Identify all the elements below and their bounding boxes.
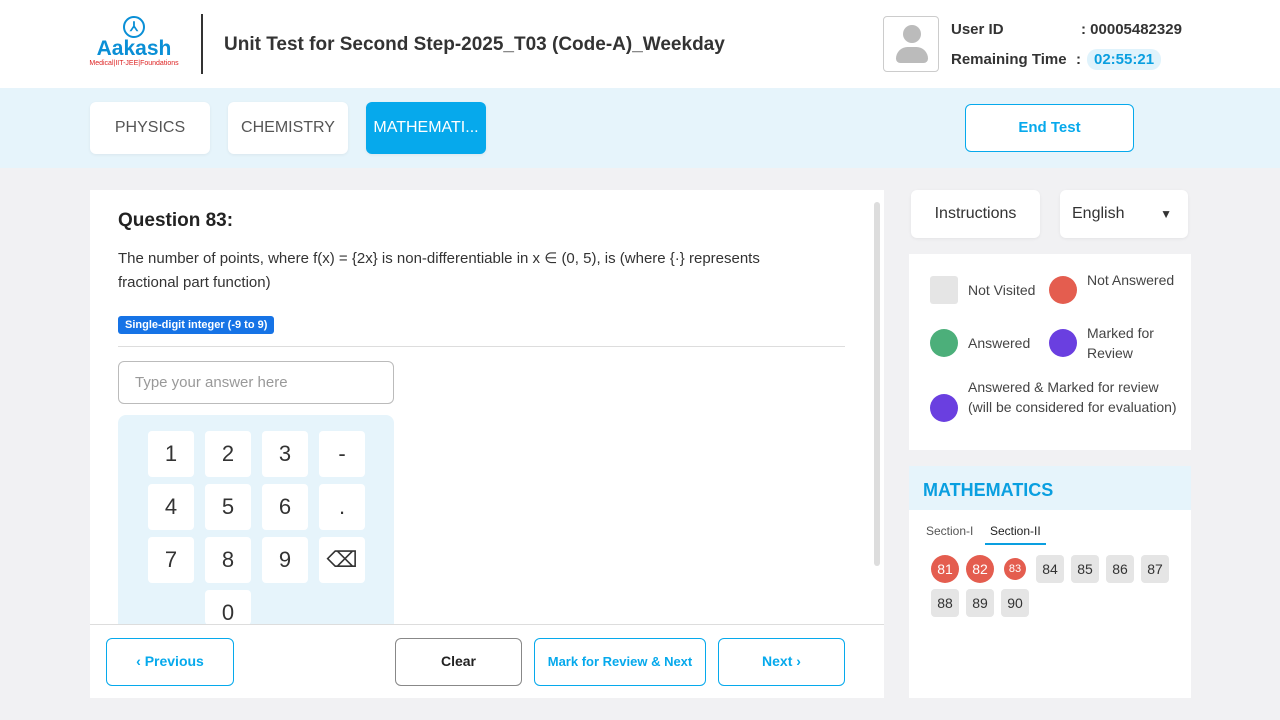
colon: : (1076, 51, 1081, 68)
tab-mathematics[interactable]: MATHEMATI... (366, 102, 486, 154)
question-87[interactable]: 87 (1141, 555, 1169, 583)
mark-review-next-button[interactable]: Mark for Review & Next (534, 638, 706, 686)
next-button[interactable]: Next › (718, 638, 845, 686)
key-7[interactable]: 7 (148, 537, 194, 583)
legend-answered: Answered (968, 335, 1031, 351)
user-id: : 00005482329 (1081, 21, 1182, 38)
legend-not-answered: Not Answered (1087, 272, 1175, 288)
question-footer: ‹ Previous Clear Mark for Review & Next … (90, 624, 884, 698)
answered-icon (930, 329, 958, 357)
chevron-down-icon: ▼ (1160, 207, 1172, 221)
scrollbar[interactable] (874, 202, 880, 566)
answer-input[interactable] (118, 361, 394, 404)
key-3[interactable]: 3 (262, 431, 308, 477)
remaining-time: 02:55:21 (1087, 49, 1162, 70)
question-text: The number of points, where f(x) = {2x} … (118, 250, 760, 291)
key-8[interactable]: 8 (205, 537, 251, 583)
question-82[interactable]: 82 (966, 555, 994, 583)
legend-not-visited: Not Visited (968, 282, 1036, 298)
key-9[interactable]: 9 (262, 537, 308, 583)
tab-chemistry[interactable]: CHEMISTRY (228, 102, 348, 154)
question-89[interactable]: 89 (966, 589, 994, 617)
previous-button[interactable]: ‹ Previous (106, 638, 234, 686)
question-90[interactable]: 90 (1001, 589, 1029, 617)
divider (201, 14, 203, 74)
backspace-icon[interactable]: ⌫ (319, 537, 365, 583)
divider (118, 346, 845, 347)
aakash-logo: ⅄ Aakash Medical|IIT-JEE|Foundations (88, 16, 180, 67)
chevron-right-icon: › (792, 653, 801, 669)
language-select[interactable]: English ▼ (1060, 190, 1188, 238)
question-83[interactable]: 83 (1004, 558, 1026, 580)
section-tab-1[interactable]: Section-I (926, 524, 973, 538)
question-title: Question 83: (118, 210, 234, 231)
question-81[interactable]: 81 (931, 555, 959, 583)
key-2[interactable]: 2 (205, 431, 251, 477)
user-id-label: User ID (951, 21, 1004, 38)
question-type-badge: Single-digit integer (-9 to 9) (118, 316, 275, 334)
not-answered-icon (1049, 276, 1077, 304)
clear-button[interactable]: Clear (395, 638, 522, 686)
question-palette: MATHEMATICS Section-I Section-II 81 82 8… (909, 466, 1191, 698)
key-0[interactable]: 0 (205, 590, 251, 625)
test-title: Unit Test for Second Step-2025_T03 (Code… (224, 34, 725, 55)
question-84[interactable]: 84 (1036, 555, 1064, 583)
answered-marked-icon (930, 394, 958, 422)
subject-heading: MATHEMATICS (909, 466, 1191, 510)
question-85[interactable]: 85 (1071, 555, 1099, 583)
legend-marked: Marked for Review (1087, 325, 1154, 361)
question-88[interactable]: 88 (931, 589, 959, 617)
key-decimal[interactable]: . (319, 484, 365, 530)
end-test-button[interactable]: End Test (965, 104, 1134, 152)
section-tab-2[interactable]: Section-II (985, 524, 1046, 545)
numeric-keypad: 1 2 3 - 4 5 6 . 7 8 9 ⌫ 0 (118, 415, 394, 625)
marked-review-icon (1049, 329, 1077, 357)
header: ⅄ Aakash Medical|IIT-JEE|Foundations Uni… (0, 0, 1280, 88)
key-5[interactable]: 5 (205, 484, 251, 530)
key-1[interactable]: 1 (148, 431, 194, 477)
remaining-time-label: Remaining Time (951, 51, 1067, 68)
status-legend: Not Visited Not Answered Answered Marked… (909, 254, 1191, 450)
key-minus[interactable]: - (319, 431, 365, 477)
question-panel: Question 83: The number of points, where… (90, 190, 884, 698)
question-86[interactable]: 86 (1106, 555, 1134, 583)
key-6[interactable]: 6 (262, 484, 308, 530)
key-4[interactable]: 4 (148, 484, 194, 530)
avatar (883, 16, 939, 72)
chevron-left-icon: ‹ (136, 653, 145, 669)
tab-physics[interactable]: PHYSICS (90, 102, 210, 154)
instructions-button[interactable]: Instructions (911, 190, 1040, 238)
legend-answered-marked: Answered & Marked for review (will be co… (968, 379, 1177, 415)
not-visited-icon (930, 276, 958, 304)
